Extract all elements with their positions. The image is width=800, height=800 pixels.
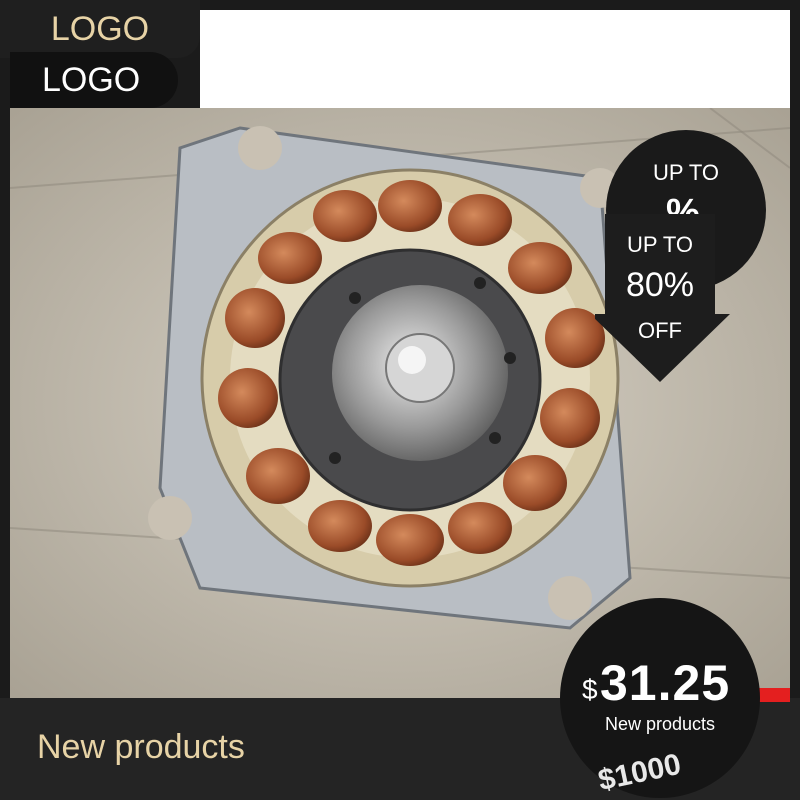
- discount-arrow-off: OFF: [638, 318, 682, 343]
- logo-text: LOGO: [50, 9, 150, 48]
- price-shadow-text: $1000: [595, 747, 684, 798]
- logo-badge-secondary: LOGO: [10, 52, 178, 108]
- logo-text: LOGO: [42, 60, 141, 99]
- header-panel: [200, 10, 790, 110]
- price-amount: 31.25: [600, 655, 731, 711]
- discount-circle-label: UP TO: [652, 160, 720, 185]
- footer-label: New products: [37, 728, 245, 766]
- price-currency: $: [582, 674, 598, 705]
- price-caption: New products: [604, 714, 716, 734]
- discount-arrow-badge: UP TO 80% OFF: [595, 214, 735, 384]
- price-badge: $ 31.25 New products $1000: [560, 598, 760, 798]
- discount-arrow-label: UP TO: [626, 232, 694, 257]
- discount-arrow-percent: 80%: [625, 266, 695, 304]
- logo-badge-primary: LOGO: [0, 0, 200, 58]
